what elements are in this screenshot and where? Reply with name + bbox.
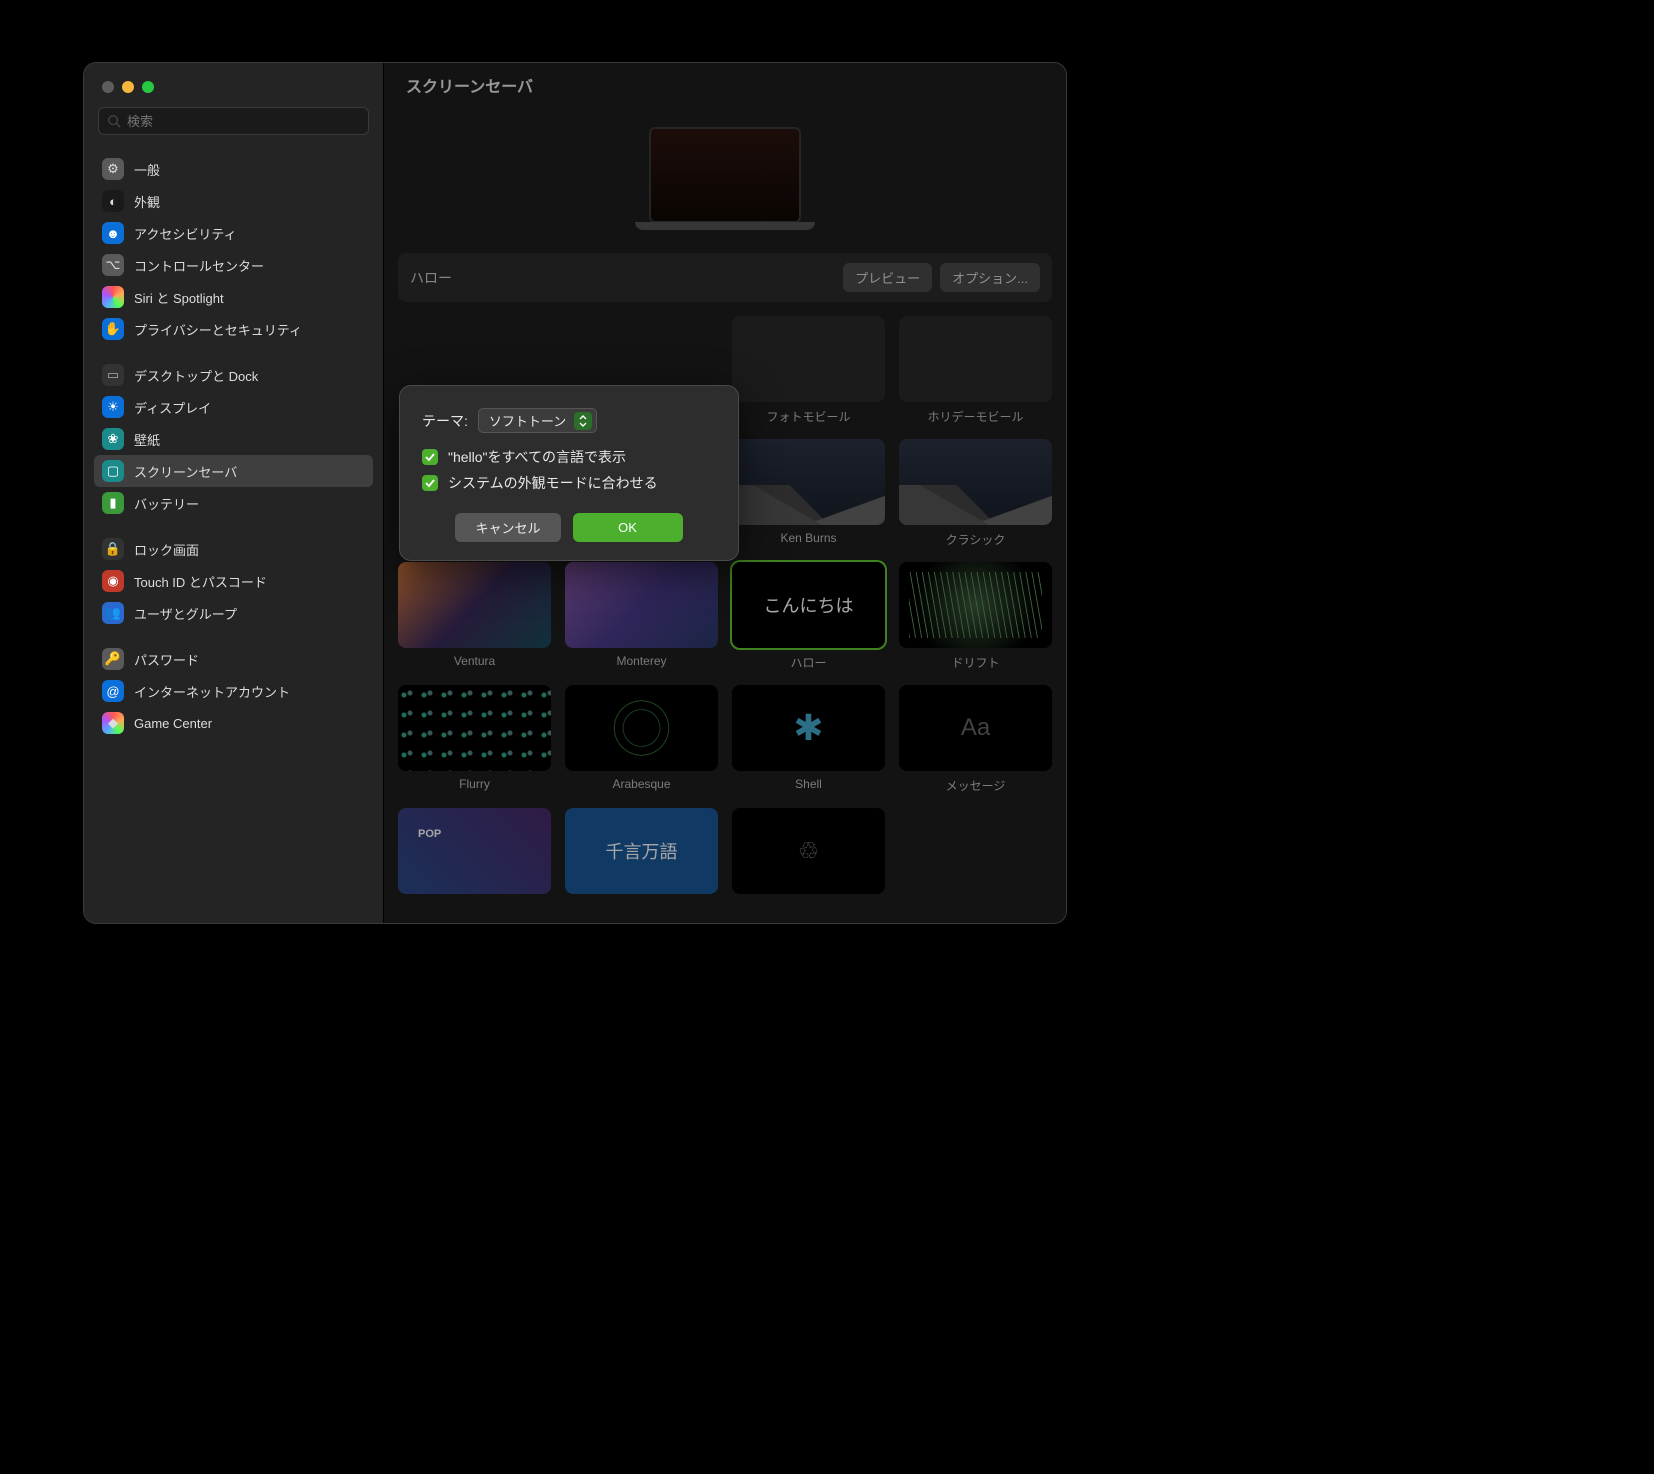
- sidebar-item-icon: ▢: [102, 460, 124, 482]
- sidebar-item-icon: @: [102, 680, 124, 702]
- sidebar-nav: ⚙ 一般 ◐ 外観 ☻ アクセシビリティ ⌥ コントロールセンター Siri と Spotlig…: [84, 145, 383, 747]
- sidebar-item-label: コントロールセンター: [134, 256, 264, 275]
- search-field[interactable]: [98, 107, 369, 135]
- checkbox-label: システムの外観モードに合わせる: [448, 473, 658, 493]
- sidebar-item-label: ディスプレイ: [134, 398, 211, 417]
- system-settings-window: ⚙ 一般 ◐ 外観 ☻ アクセシビリティ ⌥ コントロールセンター Siri と Spotlig…: [84, 63, 1066, 923]
- sidebar-item-icon: 🔒: [102, 538, 124, 560]
- checkbox-row-match-appearance[interactable]: システムの外観モードに合わせる: [422, 473, 716, 493]
- theme-popup-value: ソフトトーン: [489, 411, 566, 430]
- checkbox-checked-icon: [422, 449, 438, 465]
- sidebar-item-icon: ❀: [102, 428, 124, 450]
- close-window-button[interactable]: [102, 81, 114, 93]
- sidebar-item[interactable]: 🔑 パスワード: [94, 643, 373, 675]
- sidebar-item[interactable]: 🔒 ロック画面: [94, 533, 373, 565]
- zoom-window-button[interactable]: [142, 81, 154, 93]
- sidebar-item[interactable]: ⌥ コントロールセンター: [94, 249, 373, 281]
- sidebar-item-icon: ◆: [102, 712, 124, 734]
- theme-popup[interactable]: ソフトトーン: [478, 408, 597, 433]
- sidebar-item[interactable]: ❀ 壁紙: [94, 423, 373, 455]
- sidebar-item-label: Game Center: [134, 716, 212, 731]
- sidebar-item-icon: ▮: [102, 492, 124, 514]
- sidebar-item[interactable]: Siri と Spotlight: [94, 281, 373, 313]
- chevron-updown-icon: [574, 412, 592, 430]
- sidebar-item-icon: ◉: [102, 570, 124, 592]
- sidebar-item-label: ユーザとグループ: [134, 604, 237, 623]
- sidebar-item-icon: ⚙: [102, 158, 124, 180]
- search-input[interactable]: [127, 114, 360, 129]
- sidebar-item[interactable]: @ インターネットアカウント: [94, 675, 373, 707]
- sidebar-item[interactable]: ◆ Game Center: [94, 707, 373, 739]
- checkbox-label: "hello"をすべての言語で表示: [448, 447, 626, 467]
- sidebar-item-icon: 🔑: [102, 648, 124, 670]
- sidebar-item-label: スクリーンセーバ: [134, 462, 237, 481]
- sidebar-item-label: 壁紙: [134, 430, 160, 449]
- sidebar-item-label: 外観: [134, 192, 160, 211]
- sidebar-item-icon: ⌥: [102, 254, 124, 276]
- sidebar-item-label: プライバシーとセキュリティ: [134, 320, 302, 339]
- theme-label: テーマ:: [422, 411, 468, 431]
- sidebar-item[interactable]: ⚙ 一般: [94, 153, 373, 185]
- traffic-lights: [84, 77, 383, 107]
- sidebar-item-icon: ☻: [102, 222, 124, 244]
- sidebar-item-label: デスクトップと Dock: [134, 366, 258, 385]
- sidebar-item[interactable]: ◐ 外観: [94, 185, 373, 217]
- sidebar-item-icon: ◐: [102, 190, 124, 212]
- sidebar: ⚙ 一般 ◐ 外観 ☻ アクセシビリティ ⌥ コントロールセンター Siri と Spotlig…: [84, 63, 384, 923]
- sidebar-item-label: Siri と Spotlight: [134, 288, 224, 307]
- sidebar-item-label: バッテリー: [134, 494, 199, 513]
- sidebar-item[interactable]: ☀ ディスプレイ: [94, 391, 373, 423]
- sidebar-item[interactable]: 👥 ユーザとグループ: [94, 597, 373, 629]
- sidebar-item-label: パスワード: [134, 650, 199, 669]
- main-content: スクリーンセーバ ハロー プレビュー オプション... フォトモビールホリデーモ…: [384, 63, 1066, 923]
- ok-button[interactable]: OK: [573, 513, 683, 542]
- sidebar-item[interactable]: ◉ Touch ID とパスコード: [94, 565, 373, 597]
- sidebar-item-icon: ☀: [102, 396, 124, 418]
- search-icon: [107, 114, 121, 128]
- sidebar-item[interactable]: ▭ デスクトップと Dock: [94, 359, 373, 391]
- checkbox-checked-icon: [422, 475, 438, 491]
- sidebar-item-icon: ✋: [102, 318, 124, 340]
- minimize-window-button[interactable]: [122, 81, 134, 93]
- sidebar-item[interactable]: ▮ バッテリー: [94, 487, 373, 519]
- sidebar-item-label: ロック画面: [134, 540, 199, 559]
- sidebar-item-label: インターネットアカウント: [134, 682, 290, 701]
- sidebar-item[interactable]: ☻ アクセシビリティ: [94, 217, 373, 249]
- cancel-button[interactable]: キャンセル: [455, 513, 560, 542]
- sidebar-item-icon: 👥: [102, 602, 124, 624]
- checkbox-row-all-languages[interactable]: "hello"をすべての言語で表示: [422, 447, 716, 467]
- sidebar-item-label: 一般: [134, 160, 160, 179]
- sidebar-item[interactable]: ✋ プライバシーとセキュリティ: [94, 313, 373, 345]
- sidebar-item-icon: [102, 286, 124, 308]
- sidebar-item-label: Touch ID とパスコード: [134, 572, 267, 591]
- sidebar-item-label: アクセシビリティ: [134, 224, 237, 243]
- sidebar-item[interactable]: ▢ スクリーンセーバ: [94, 455, 373, 487]
- sidebar-item-icon: ▭: [102, 364, 124, 386]
- options-sheet: テーマ: ソフトトーン "hello"をすべての言語で表示 システムの: [399, 385, 739, 561]
